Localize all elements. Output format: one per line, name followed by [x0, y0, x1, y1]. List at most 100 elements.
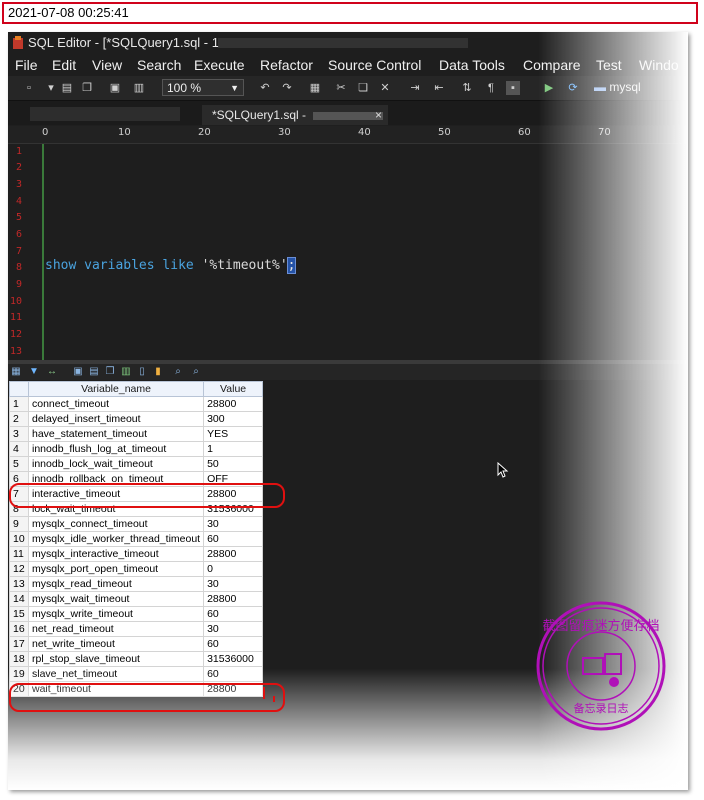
- cell-value[interactable]: 28800: [203, 591, 264, 607]
- column-header-value[interactable]: Value: [203, 381, 264, 397]
- save-results-icon[interactable]: ▣: [72, 366, 84, 378]
- table-row[interactable]: 4 innodb_flush_log_at_timeout 1: [9, 441, 264, 457]
- cell-value[interactable]: 60: [203, 666, 264, 682]
- table-row[interactable]: 15 mysqlx_write_timeout 60: [9, 606, 264, 622]
- table-row[interactable]: 3 have_statement_timeout YES: [9, 426, 264, 442]
- table-row[interactable]: 17 net_write_timeout 60: [9, 636, 264, 652]
- cell-value[interactable]: 28800: [203, 396, 264, 412]
- cell-variable-name[interactable]: slave_net_timeout: [27, 666, 205, 682]
- cell-value[interactable]: 28800: [203, 546, 264, 562]
- tab-redacted[interactable]: [30, 107, 180, 121]
- cell-value[interactable]: 0: [203, 561, 264, 577]
- copy2-icon[interactable]: ❏: [356, 81, 370, 95]
- cell-variable-name[interactable]: mysqlx_read_timeout: [27, 576, 205, 592]
- cell-value[interactable]: 300: [203, 411, 264, 427]
- cell-variable-name[interactable]: mysqlx_connect_timeout: [27, 516, 205, 532]
- cell-value[interactable]: 1: [203, 441, 264, 457]
- chart-icon[interactable]: ▮: [152, 366, 164, 378]
- execute-icon[interactable]: ▶: [542, 81, 556, 95]
- excel-icon[interactable]: ▥: [120, 366, 132, 378]
- cell-variable-name[interactable]: delayed_insert_timeout: [27, 411, 205, 427]
- table-row[interactable]: 2 delayed_insert_timeout 300: [9, 411, 264, 427]
- undo-icon[interactable]: ↶: [258, 81, 272, 95]
- cell-variable-name[interactable]: mysqlx_write_timeout: [27, 606, 205, 622]
- zoom-select[interactable]: 100 % ▼: [162, 79, 244, 96]
- redo-icon[interactable]: ↷: [280, 81, 294, 95]
- pilcrow-icon[interactable]: ¶: [484, 81, 498, 95]
- cell-variable-name[interactable]: lock_wait_timeout: [27, 501, 205, 517]
- new-file-icon[interactable]: ▫: [22, 81, 36, 95]
- refresh-icon[interactable]: ⟳: [566, 81, 580, 95]
- column-header-variable-name[interactable]: Variable_name: [27, 381, 205, 397]
- copy-icon[interactable]: ❐: [80, 81, 94, 95]
- table-row[interactable]: 13 mysqlx_read_timeout 30: [9, 576, 264, 592]
- table-row[interactable]: 1 connect_timeout 28800: [9, 396, 264, 412]
- table-row[interactable]: 10 mysqlx_idle_worker_thread_timeout 60: [9, 531, 264, 547]
- save-all-icon[interactable]: ▥: [132, 81, 146, 95]
- cell-value[interactable]: 30: [203, 516, 264, 532]
- dropdown-arrow-icon[interactable]: ▾: [44, 81, 58, 95]
- table-row[interactable]: 5 innodb_lock_wait_timeout 50: [9, 456, 264, 472]
- sql-editor[interactable]: 1 2 3 4 5 6 7 8 9 10 11 12 13 show varia…: [8, 144, 688, 360]
- table-row[interactable]: 7 interactive_timeout 28800: [9, 486, 264, 502]
- paste-icon[interactable]: ▦: [308, 81, 322, 95]
- cell-value[interactable]: 30: [203, 576, 264, 592]
- cell-value[interactable]: 31536000: [203, 501, 264, 517]
- format-icon[interactable]: ⇅: [460, 81, 474, 95]
- toggle-icon[interactable]: ▪: [506, 81, 520, 95]
- cell-value[interactable]: 28800: [203, 681, 264, 697]
- indent-icon[interactable]: ⇥: [408, 81, 422, 95]
- copy-results-icon[interactable]: ❐: [104, 366, 116, 378]
- cell-variable-name[interactable]: mysqlx_interactive_timeout: [27, 546, 205, 562]
- cell-value[interactable]: 28800: [203, 486, 264, 502]
- table-row[interactable]: 14 mysqlx_wait_timeout 28800: [9, 591, 264, 607]
- cell-value[interactable]: YES: [203, 426, 264, 442]
- save-icon[interactable]: ▣: [108, 81, 122, 95]
- cell-variable-name[interactable]: mysqlx_port_open_timeout: [27, 561, 205, 577]
- menu-source-control[interactable]: Source Control: [328, 54, 421, 76]
- cell-variable-name[interactable]: interactive_timeout: [27, 486, 205, 502]
- menu-file[interactable]: File: [15, 54, 38, 76]
- menu-data-tools[interactable]: Data Tools: [439, 54, 505, 76]
- export-icon[interactable]: ▤: [88, 366, 100, 378]
- menu-edit[interactable]: Edit: [52, 54, 76, 76]
- cell-variable-name[interactable]: mysqlx_idle_worker_thread_timeout: [27, 531, 205, 547]
- cell-value[interactable]: 60: [203, 531, 264, 547]
- delete-icon[interactable]: ✕: [378, 81, 392, 95]
- connection-select[interactable]: ▬ mysql: [594, 79, 688, 96]
- menu-window[interactable]: Windo: [639, 54, 679, 76]
- cut-icon[interactable]: ✂: [334, 81, 348, 95]
- cell-variable-name[interactable]: wait_timeout: [27, 681, 205, 697]
- menu-execute[interactable]: Execute: [194, 54, 245, 76]
- cell-variable-name[interactable]: innodb_lock_wait_timeout: [27, 456, 205, 472]
- cell-variable-name[interactable]: innodb_rollback_on_timeout: [27, 471, 205, 487]
- filter-icon[interactable]: ▼: [28, 366, 40, 378]
- grid-icon[interactable]: ▦: [10, 366, 22, 378]
- table-row[interactable]: 19 slave_net_timeout 60: [9, 666, 264, 682]
- cell-variable-name[interactable]: connect_timeout: [27, 396, 205, 412]
- table-row[interactable]: 11 mysqlx_interactive_timeout 28800: [9, 546, 264, 562]
- table-row[interactable]: 6 innodb_rollback_on_timeout OFF: [9, 471, 264, 487]
- menu-test[interactable]: Test: [596, 54, 622, 76]
- cell-value[interactable]: 30: [203, 621, 264, 637]
- cell-variable-name[interactable]: have_statement_timeout: [27, 426, 205, 442]
- open-file-icon[interactable]: ▤: [60, 81, 74, 95]
- find-next-icon[interactable]: ⌕: [190, 366, 202, 378]
- cell-variable-name[interactable]: net_read_timeout: [27, 621, 205, 637]
- cell-value[interactable]: OFF: [203, 471, 264, 487]
- table-row[interactable]: 16 net_read_timeout 30: [9, 621, 264, 637]
- table-row[interactable]: 8 lock_wait_timeout 31536000: [9, 501, 264, 517]
- close-icon[interactable]: ×: [375, 105, 382, 125]
- find-icon[interactable]: ⌕: [172, 366, 184, 378]
- menu-search[interactable]: Search: [137, 54, 181, 76]
- tab-sqlquery1[interactable]: *SQLQuery1.sql - ×: [202, 105, 388, 125]
- table-row[interactable]: 18 rpl_stop_slave_timeout 31536000: [9, 651, 264, 667]
- menu-refactor[interactable]: Refactor: [260, 54, 313, 76]
- cell-value[interactable]: 50: [203, 456, 264, 472]
- menu-view[interactable]: View: [92, 54, 122, 76]
- outdent-icon[interactable]: ⇤: [432, 81, 446, 95]
- table-row[interactable]: 9 mysqlx_connect_timeout 30: [9, 516, 264, 532]
- cell-variable-name[interactable]: mysqlx_wait_timeout: [27, 591, 205, 607]
- cell-value[interactable]: 31536000: [203, 651, 264, 667]
- table-row[interactable]: 20 wait_timeout 28800: [9, 681, 264, 697]
